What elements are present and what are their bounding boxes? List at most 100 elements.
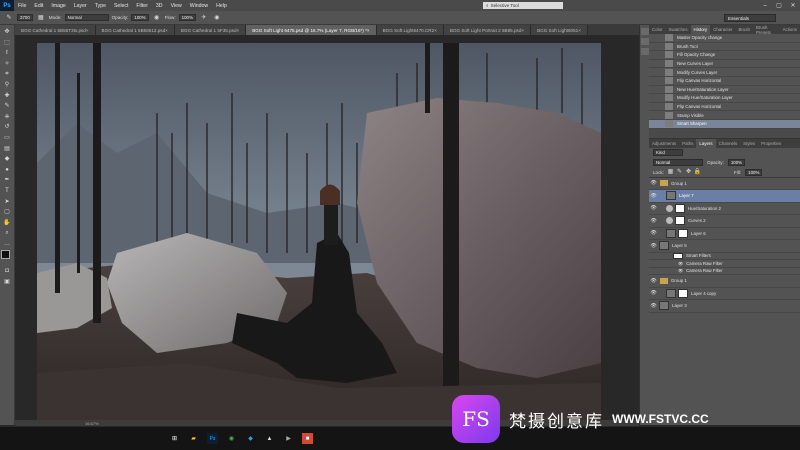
- airbrush-icon[interactable]: ✈: [199, 14, 209, 22]
- panel-tab-adjustments[interactable]: Adjustments: [649, 141, 679, 146]
- visibility-eye-icon[interactable]: 👁: [650, 205, 657, 211]
- close-button[interactable]: ✕: [786, 0, 800, 11]
- photos-icon[interactable]: ▲: [264, 433, 275, 444]
- document-tab[interactable]: BGG Soft Light 6475.psd @ 16.7% (Layer 7…: [246, 25, 377, 35]
- history-state[interactable]: Flip Canvas Horizontal: [649, 103, 800, 112]
- windows-start-icon[interactable]: ⊞: [169, 433, 180, 444]
- layer-mask-thumbnail[interactable]: [678, 288, 688, 298]
- menu-view[interactable]: View: [167, 3, 186, 9]
- menu-filter[interactable]: Filter: [132, 3, 152, 9]
- document-tab[interactable]: BGG Cathedral 1 5B56T3ts.psd ×: [15, 25, 96, 35]
- lightroom-icon[interactable]: ◆: [245, 433, 256, 444]
- brush-panel-icon[interactable]: ▦: [36, 14, 46, 22]
- type-tool-icon[interactable]: T: [2, 187, 12, 195]
- app-red-icon[interactable]: ■: [302, 433, 313, 444]
- quick-select-tool-icon[interactable]: ✧: [2, 60, 12, 68]
- layer-row[interactable]: 👁 Layer 7: [649, 190, 800, 203]
- history-state[interactable]: New Hue/Saturation Layer: [649, 85, 800, 95]
- panel-tab-brush-presets[interactable]: Brush Presets: [753, 25, 780, 35]
- canvas-area[interactable]: [15, 35, 639, 425]
- history-state[interactable]: Fill Opacity Change: [649, 51, 800, 60]
- path-select-tool-icon[interactable]: ➤: [2, 198, 12, 206]
- panel-tab-character[interactable]: Character: [710, 27, 735, 32]
- menu-type[interactable]: Type: [91, 3, 110, 9]
- close-tab-icon[interactable]: ×: [237, 28, 240, 33]
- quick-mask-icon[interactable]: ◘: [2, 267, 12, 275]
- layer-mask-thumbnail[interactable]: [678, 228, 688, 238]
- panel-icon[interactable]: [641, 48, 649, 55]
- panel-tab-actions[interactable]: Actions: [780, 27, 800, 32]
- visibility-eye-icon[interactable]: 👁: [650, 278, 657, 284]
- rectangle-tool-icon[interactable]: ▢: [2, 208, 12, 216]
- layer-row[interactable]: 👁 Curves 2: [649, 215, 800, 228]
- layer-row[interactable]: 👁 Layer 3: [649, 300, 800, 313]
- layer-opacity-field[interactable]: 100%: [727, 159, 746, 167]
- visibility-eye-icon[interactable]: 👁: [650, 218, 657, 224]
- layer-row[interactable]: 👁 Layer 6: [649, 227, 800, 241]
- layer-row[interactable]: 👁 Camera Raw Filter: [649, 267, 800, 276]
- document-canvas[interactable]: [37, 43, 601, 424]
- clone-stamp-tool-icon[interactable]: ⎈: [2, 113, 12, 121]
- lock-position-icon[interactable]: ✥: [686, 168, 691, 176]
- eraser-tool-icon[interactable]: ▭: [2, 134, 12, 142]
- dodge-tool-icon[interactable]: ●: [2, 166, 12, 174]
- visibility-eye-icon[interactable]: 👁: [650, 193, 657, 199]
- layer-thumbnail[interactable]: [659, 301, 669, 311]
- minimize-button[interactable]: –: [758, 0, 772, 11]
- blur-tool-icon[interactable]: ◆: [2, 155, 12, 163]
- close-tab-icon[interactable]: ×: [165, 28, 168, 33]
- move-tool-icon[interactable]: ✥: [2, 28, 12, 36]
- panel-tab-properties[interactable]: Properties: [758, 141, 784, 146]
- history-state[interactable]: Modify Hue/Saturation Layer: [649, 94, 800, 103]
- maximize-button[interactable]: ▢: [772, 0, 786, 11]
- history-state[interactable]: Modify Curves Layer: [649, 68, 800, 77]
- brush-preset-icon[interactable]: ✎: [4, 14, 14, 22]
- hand-tool-icon[interactable]: ✋: [2, 219, 12, 227]
- menu-3d[interactable]: 3D: [152, 3, 167, 9]
- marquee-tool-icon[interactable]: ⬚: [2, 39, 12, 47]
- layer-row[interactable]: Smart Filters: [649, 252, 800, 261]
- layer-thumbnail[interactable]: [666, 228, 676, 238]
- layer-thumbnail[interactable]: [666, 288, 676, 298]
- layer-mask-thumbnail[interactable]: [675, 203, 685, 213]
- history-state[interactable]: Flip Canvas Horizontal: [649, 77, 800, 86]
- history-state[interactable]: New Curves Layer: [649, 60, 800, 69]
- flow-field[interactable]: 100%: [178, 14, 196, 21]
- menu-help[interactable]: Help: [212, 3, 231, 9]
- zoom-tool-icon[interactable]: ⌕: [2, 229, 12, 237]
- search-input[interactable]: Selective Tool: [491, 3, 519, 8]
- menu-file[interactable]: File: [14, 3, 30, 9]
- visibility-eye-icon[interactable]: 👁: [650, 303, 657, 309]
- document-tab[interactable]: BGG Cathedral 1 5F35.psd ×: [174, 25, 247, 35]
- panel-tab-brush[interactable]: Brush: [736, 27, 753, 32]
- document-tab[interactable]: BGG Soft Light Portrait 2 5B85.psd ×: [443, 25, 532, 35]
- document-tab[interactable]: BGG Soft Light6051 ×: [531, 25, 588, 35]
- panel-tab-styles[interactable]: Styles: [740, 141, 758, 146]
- zoom-level[interactable]: 16.67%: [85, 421, 99, 426]
- history-state[interactable]: Smart Sharpen: [649, 119, 800, 129]
- photoshop-taskbar-icon[interactable]: Ps: [207, 433, 218, 444]
- pen-tool-icon[interactable]: ✒: [2, 176, 12, 184]
- layer-row[interactable]: 👁 Hue/Saturation 2: [649, 202, 800, 216]
- layer-thumbnail[interactable]: [666, 191, 676, 201]
- panel-tab-layers[interactable]: Layers: [696, 138, 716, 148]
- document-tab[interactable]: BGG Soft Light6470.CR2 ×: [376, 25, 444, 35]
- visibility-eye-icon[interactable]: 👁: [650, 243, 657, 249]
- media-player-icon[interactable]: ▶: [283, 433, 294, 444]
- history-brush-tool-icon[interactable]: ↺: [2, 123, 12, 131]
- file-explorer-icon[interactable]: ▰: [188, 433, 199, 444]
- lock-transparent-icon[interactable]: ▦: [668, 168, 674, 176]
- eyedropper-tool-icon[interactable]: ⚲: [2, 81, 12, 89]
- gradient-tool-icon[interactable]: ▤: [2, 145, 12, 153]
- history-state[interactable]: Stamp Visible: [649, 111, 800, 120]
- menu-select[interactable]: Select: [110, 3, 132, 9]
- healing-brush-tool-icon[interactable]: ✚: [2, 92, 12, 100]
- smart-filter-mask-thumbnail[interactable]: [673, 252, 683, 259]
- layer-row[interactable]: 👁 Layer 5: [649, 240, 800, 253]
- visibility-eye-icon[interactable]: 👁: [650, 290, 657, 296]
- panel-tab-history[interactable]: History: [690, 25, 711, 34]
- panel-tab-channels[interactable]: Channels: [716, 141, 741, 146]
- close-tab-icon[interactable]: ×: [86, 28, 89, 33]
- layer-row[interactable]: 👁 Layer 4 copy: [649, 287, 800, 301]
- edit-toolbar-icon[interactable]: …: [2, 240, 12, 248]
